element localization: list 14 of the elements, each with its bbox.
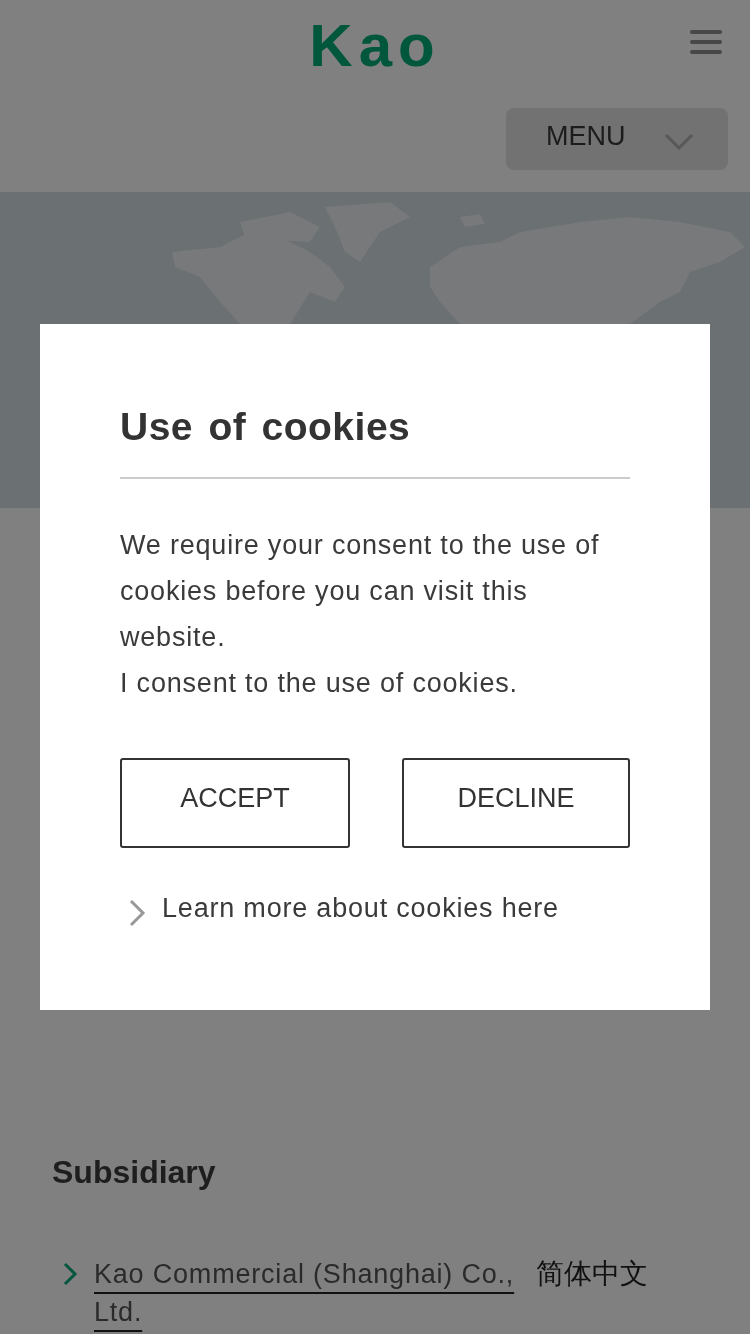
chevron-right-icon [128,898,146,928]
chevron-right-icon [62,1261,78,1287]
menu-icon[interactable] [690,30,722,54]
menu-button[interactable]: MENU [506,108,728,170]
decline-button[interactable]: DECLINE [402,758,630,848]
chevron-down-icon [664,133,694,151]
learn-more-link[interactable]: Learn more about cookies here [162,888,559,928]
dialog-text: We require your consent to the use of cookies before you can visit this website. [120,529,601,654]
dialog-text: I consent to the use of cookies. [120,667,519,700]
company-link[interactable]: Kao Commercial (Shanghai) Co., Ltd. [94,1255,526,1331]
section-heading: Subsidiary [52,1153,217,1192]
dialog-title: Use of cookies [120,404,412,450]
language-label: 简体中文 [536,1257,648,1291]
accept-button[interactable]: ACCEPT [120,758,350,848]
